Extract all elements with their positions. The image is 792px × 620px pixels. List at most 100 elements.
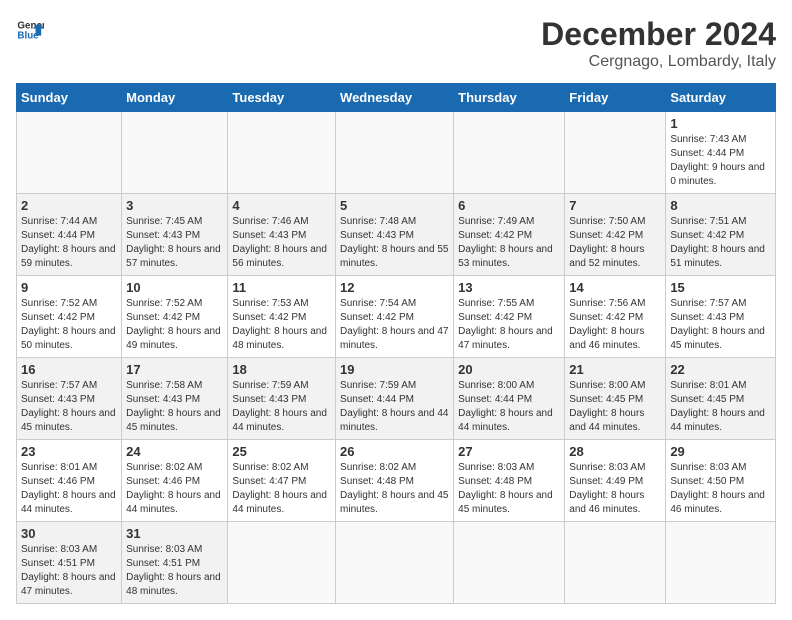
day-info: Sunrise: 8:01 AM Sunset: 4:45 PM Dayligh… — [670, 379, 771, 435]
calendar-cell: 14 Sunrise: 7:56 AM Sunset: 4:42 PM Dayl… — [565, 276, 666, 358]
calendar-week-row: 23 Sunrise: 8:01 AM Sunset: 4:46 PM Dayl… — [17, 440, 776, 522]
day-number: 21 — [569, 362, 661, 377]
calendar-cell: 26 Sunrise: 8:02 AM Sunset: 4:48 PM Dayl… — [336, 440, 454, 522]
calendar-cell: 13 Sunrise: 7:55 AM Sunset: 4:42 PM Dayl… — [454, 276, 565, 358]
calendar-week-row: 2 Sunrise: 7:44 AM Sunset: 4:44 PM Dayli… — [17, 194, 776, 276]
day-info: Sunrise: 7:55 AM Sunset: 4:42 PM Dayligh… — [458, 297, 560, 353]
day-info: Sunrise: 7:51 AM Sunset: 4:42 PM Dayligh… — [670, 215, 771, 271]
calendar-cell — [565, 112, 666, 194]
calendar-cell: 6 Sunrise: 7:49 AM Sunset: 4:42 PM Dayli… — [454, 194, 565, 276]
day-info: Sunrise: 8:00 AM Sunset: 4:45 PM Dayligh… — [569, 379, 661, 435]
day-number: 8 — [670, 198, 771, 213]
day-number: 19 — [340, 362, 449, 377]
day-number: 9 — [21, 280, 117, 295]
day-number: 20 — [458, 362, 560, 377]
calendar-cell: 25 Sunrise: 8:02 AM Sunset: 4:47 PM Dayl… — [228, 440, 336, 522]
day-info: Sunrise: 7:54 AM Sunset: 4:42 PM Dayligh… — [340, 297, 449, 353]
day-info: Sunrise: 8:03 AM Sunset: 4:48 PM Dayligh… — [458, 461, 560, 517]
calendar-cell: 21 Sunrise: 8:00 AM Sunset: 4:45 PM Dayl… — [565, 358, 666, 440]
calendar-cell: 4 Sunrise: 7:46 AM Sunset: 4:43 PM Dayli… — [228, 194, 336, 276]
calendar-cell — [336, 522, 454, 604]
header-thursday: Thursday — [454, 84, 565, 112]
header-wednesday: Wednesday — [336, 84, 454, 112]
day-number: 23 — [21, 444, 117, 459]
day-info: Sunrise: 7:59 AM Sunset: 4:43 PM Dayligh… — [232, 379, 331, 435]
day-info: Sunrise: 7:57 AM Sunset: 4:43 PM Dayligh… — [670, 297, 771, 353]
day-info: Sunrise: 7:46 AM Sunset: 4:43 PM Dayligh… — [232, 215, 331, 271]
calendar-cell: 30 Sunrise: 8:03 AM Sunset: 4:51 PM Dayl… — [17, 522, 122, 604]
calendar-cell: 9 Sunrise: 7:52 AM Sunset: 4:42 PM Dayli… — [17, 276, 122, 358]
header-monday: Monday — [122, 84, 228, 112]
day-info: Sunrise: 8:03 AM Sunset: 4:51 PM Dayligh… — [21, 543, 117, 599]
day-number: 13 — [458, 280, 560, 295]
day-info: Sunrise: 7:50 AM Sunset: 4:42 PM Dayligh… — [569, 215, 661, 271]
day-number: 30 — [21, 526, 117, 541]
calendar-cell: 28 Sunrise: 8:03 AM Sunset: 4:49 PM Dayl… — [565, 440, 666, 522]
day-info: Sunrise: 7:57 AM Sunset: 4:43 PM Dayligh… — [21, 379, 117, 435]
day-info: Sunrise: 8:02 AM Sunset: 4:48 PM Dayligh… — [340, 461, 449, 517]
calendar-cell: 16 Sunrise: 7:57 AM Sunset: 4:43 PM Dayl… — [17, 358, 122, 440]
calendar-cell: 29 Sunrise: 8:03 AM Sunset: 4:50 PM Dayl… — [666, 440, 776, 522]
calendar-cell — [122, 112, 228, 194]
day-number: 12 — [340, 280, 449, 295]
day-info: Sunrise: 7:59 AM Sunset: 4:44 PM Dayligh… — [340, 379, 449, 435]
calendar-cell: 5 Sunrise: 7:48 AM Sunset: 4:43 PM Dayli… — [336, 194, 454, 276]
calendar-cell: 15 Sunrise: 7:57 AM Sunset: 4:43 PM Dayl… — [666, 276, 776, 358]
day-number: 3 — [126, 198, 223, 213]
day-info: Sunrise: 8:00 AM Sunset: 4:44 PM Dayligh… — [458, 379, 560, 435]
calendar-cell: 2 Sunrise: 7:44 AM Sunset: 4:44 PM Dayli… — [17, 194, 122, 276]
day-number: 29 — [670, 444, 771, 459]
calendar-cell — [565, 522, 666, 604]
location: Cergnago, Lombardy, Italy — [541, 53, 776, 71]
day-number: 18 — [232, 362, 331, 377]
calendar-cell: 24 Sunrise: 8:02 AM Sunset: 4:46 PM Dayl… — [122, 440, 228, 522]
calendar-cell — [666, 522, 776, 604]
day-number: 2 — [21, 198, 117, 213]
calendar-cell: 23 Sunrise: 8:01 AM Sunset: 4:46 PM Dayl… — [17, 440, 122, 522]
day-number: 24 — [126, 444, 223, 459]
calendar-week-row: 30 Sunrise: 8:03 AM Sunset: 4:51 PM Dayl… — [17, 522, 776, 604]
day-number: 10 — [126, 280, 223, 295]
calendar-cell: 12 Sunrise: 7:54 AM Sunset: 4:42 PM Dayl… — [336, 276, 454, 358]
day-info: Sunrise: 7:44 AM Sunset: 4:44 PM Dayligh… — [21, 215, 117, 271]
calendar-cell — [228, 112, 336, 194]
day-number: 27 — [458, 444, 560, 459]
header-saturday: Saturday — [666, 84, 776, 112]
calendar-table: Sunday Monday Tuesday Wednesday Thursday… — [16, 83, 776, 604]
calendar-cell: 27 Sunrise: 8:03 AM Sunset: 4:48 PM Dayl… — [454, 440, 565, 522]
calendar-cell: 8 Sunrise: 7:51 AM Sunset: 4:42 PM Dayli… — [666, 194, 776, 276]
calendar-cell: 31 Sunrise: 8:03 AM Sunset: 4:51 PM Dayl… — [122, 522, 228, 604]
day-number: 11 — [232, 280, 331, 295]
calendar-week-row: 16 Sunrise: 7:57 AM Sunset: 4:43 PM Dayl… — [17, 358, 776, 440]
day-number: 7 — [569, 198, 661, 213]
calendar-cell: 10 Sunrise: 7:52 AM Sunset: 4:42 PM Dayl… — [122, 276, 228, 358]
calendar-cell — [336, 112, 454, 194]
day-number: 5 — [340, 198, 449, 213]
calendar-cell: 18 Sunrise: 7:59 AM Sunset: 4:43 PM Dayl… — [228, 358, 336, 440]
calendar-cell — [454, 522, 565, 604]
day-number: 25 — [232, 444, 331, 459]
weekday-header-row: Sunday Monday Tuesday Wednesday Thursday… — [17, 84, 776, 112]
header-friday: Friday — [565, 84, 666, 112]
day-number: 16 — [21, 362, 117, 377]
header-tuesday: Tuesday — [228, 84, 336, 112]
page-header: General Blue December 2024 Cergnago, Lom… — [16, 16, 776, 71]
calendar-cell: 11 Sunrise: 7:53 AM Sunset: 4:42 PM Dayl… — [228, 276, 336, 358]
day-info: Sunrise: 8:02 AM Sunset: 4:47 PM Dayligh… — [232, 461, 331, 517]
day-info: Sunrise: 7:52 AM Sunset: 4:42 PM Dayligh… — [21, 297, 117, 353]
calendar-cell — [228, 522, 336, 604]
day-info: Sunrise: 7:48 AM Sunset: 4:43 PM Dayligh… — [340, 215, 449, 271]
day-number: 28 — [569, 444, 661, 459]
day-number: 1 — [670, 116, 771, 131]
day-info: Sunrise: 7:58 AM Sunset: 4:43 PM Dayligh… — [126, 379, 223, 435]
calendar-week-row: 1 Sunrise: 7:43 AM Sunset: 4:44 PM Dayli… — [17, 112, 776, 194]
calendar-cell: 17 Sunrise: 7:58 AM Sunset: 4:43 PM Dayl… — [122, 358, 228, 440]
calendar-cell: 1 Sunrise: 7:43 AM Sunset: 4:44 PM Dayli… — [666, 112, 776, 194]
day-info: Sunrise: 8:03 AM Sunset: 4:49 PM Dayligh… — [569, 461, 661, 517]
day-info: Sunrise: 8:03 AM Sunset: 4:50 PM Dayligh… — [670, 461, 771, 517]
calendar-cell — [17, 112, 122, 194]
calendar-week-row: 9 Sunrise: 7:52 AM Sunset: 4:42 PM Dayli… — [17, 276, 776, 358]
day-number: 15 — [670, 280, 771, 295]
day-info: Sunrise: 7:56 AM Sunset: 4:42 PM Dayligh… — [569, 297, 661, 353]
day-info: Sunrise: 8:02 AM Sunset: 4:46 PM Dayligh… — [126, 461, 223, 517]
